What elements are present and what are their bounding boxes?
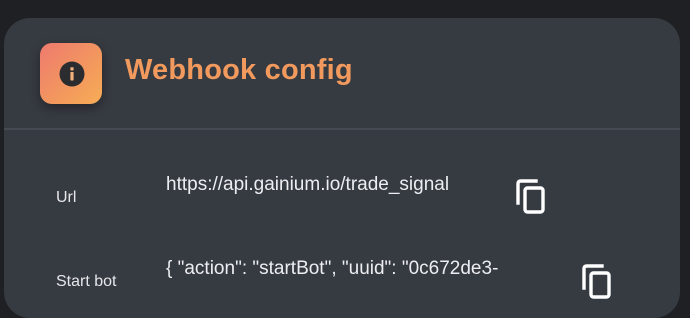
- url-label: Url: [56, 189, 77, 206]
- header-icon-badge: [40, 43, 102, 104]
- copy-icon: [582, 264, 611, 299]
- start-bot-label: Start bot: [56, 273, 117, 290]
- header-divider: [4, 128, 680, 130]
- url-value: https://api.gainium.io/trade_signal: [166, 174, 450, 195]
- card-header: Webhook config: [4, 18, 680, 128]
- copy-url-button[interactable]: [514, 179, 550, 219]
- webhook-config-card: Webhook config Url https://api.gainium.i…: [4, 18, 680, 318]
- card-title: Webhook config: [125, 54, 353, 86]
- start-bot-value: { "action": "startBot", "uuid": "0c672de…: [166, 258, 499, 279]
- copy-start-bot-button[interactable]: [580, 264, 616, 304]
- info-icon: [59, 61, 85, 87]
- copy-icon: [516, 179, 545, 214]
